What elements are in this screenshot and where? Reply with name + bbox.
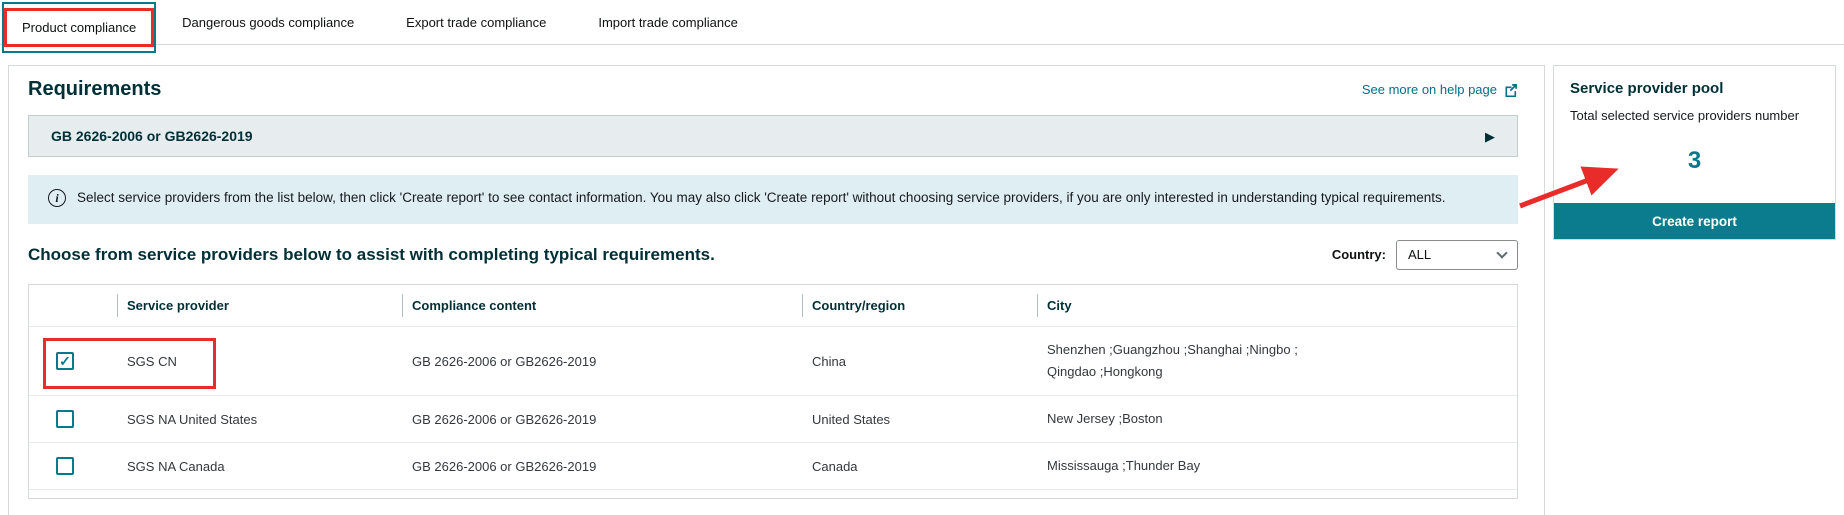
cell-compliance-content: GB 2626-2006 or GB2626-2019 [402,342,802,381]
help-link-label: See more on help page [1362,82,1497,97]
table-row-sgs-na-canada: SGS NA Canada GB 2626-2006 or GB2626-201… [29,442,1517,489]
header-compliance-content: Compliance content [402,285,802,326]
page-title: Requirements [28,78,161,101]
info-banner: i Select service providers from the list… [28,175,1518,224]
compliance-tab-bar: Product compliance Dangerous goods compl… [0,0,1844,45]
country-filter: Country: ALL [1332,240,1518,270]
service-provider-table: Service provider Compliance content Coun… [28,284,1518,499]
tab-label: Dangerous goods compliance [182,15,354,30]
country-select-value: ALL [1408,247,1431,262]
tab-label: Import trade compliance [598,15,737,30]
country-filter-label: Country: [1332,247,1386,262]
tab-export-trade-compliance[interactable]: Export trade compliance [380,0,572,44]
chevron-down-icon [1496,247,1507,258]
row-checkbox[interactable]: ✓ [56,352,74,370]
tab-product-compliance[interactable]: Product compliance [2,2,156,53]
external-link-icon [1504,83,1518,97]
cell-country-region: United States [802,400,1037,439]
tab-label: Product compliance [22,20,136,35]
table-row-sgs-na-us: SGS NA United States GB 2626-2006 or GB2… [29,395,1517,442]
create-report-button[interactable]: Create report [1554,203,1835,239]
help-page-link[interactable]: See more on help page [1362,82,1518,97]
tab-label: Export trade compliance [406,15,546,30]
cell-compliance-content: GB 2626-2006 or GB2626-2019 [402,400,802,439]
cell-country-region: China [802,342,1037,381]
table-row-sgs-cn: ✓ SGS CN GB 2626-2006 or GB2626-2019 Chi… [29,326,1517,395]
cell-city: Mississauga ;Thunder Bay [1047,455,1299,477]
table-header-row: Service provider Compliance content Coun… [29,285,1517,326]
annotation-box-selected-tab: Product compliance [4,8,154,47]
cell-compliance-content: GB 2626-2006 or GB2626-2019 [402,447,802,486]
content-area: Requirements See more on help page GB 26… [0,45,1844,515]
requirements-panel: Requirements See more on help page GB 26… [8,65,1545,515]
tab-dangerous-goods-compliance[interactable]: Dangerous goods compliance [156,0,380,44]
cell-country-region: Canada [802,447,1037,486]
header-checkbox-column [29,292,117,318]
tab-import-trade-compliance[interactable]: Import trade compliance [572,0,763,44]
requirement-accordion-label: GB 2626-2006 or GB2626-2019 [51,128,253,144]
pool-subtitle: Total selected service providers number [1570,108,1819,123]
expand-arrow-icon: ▶ [1485,130,1495,143]
selected-count: 3 [1570,147,1819,175]
cell-city: Shenzhen ;Guangzhou ;Shanghai ;Ningbo ;Q… [1047,339,1299,383]
header-city: City [1037,285,1517,326]
header-service-provider: Service provider [117,285,402,326]
cell-service-provider: SGS NA Canada [117,447,402,486]
requirement-accordion[interactable]: GB 2626-2006 or GB2626-2019 ▶ [28,115,1518,157]
header-country-region: Country/region [802,285,1037,326]
pool-title: Service provider pool [1570,80,1819,97]
country-select[interactable]: ALL [1396,240,1518,270]
cell-service-provider: SGS NA United States [117,400,402,439]
cell-city: New Jersey ;Boston [1047,408,1299,430]
info-banner-text: Select service providers from the list b… [77,188,1445,209]
cell-service-provider: SGS CN [117,342,402,381]
service-provider-pool-card: Service provider pool Total selected ser… [1553,65,1836,240]
row-checkbox[interactable] [56,457,74,475]
table-row-cutoff [29,489,1517,498]
section-title: Choose from service providers below to a… [28,245,715,265]
info-icon: i [48,189,66,207]
row-checkbox[interactable] [56,410,74,428]
